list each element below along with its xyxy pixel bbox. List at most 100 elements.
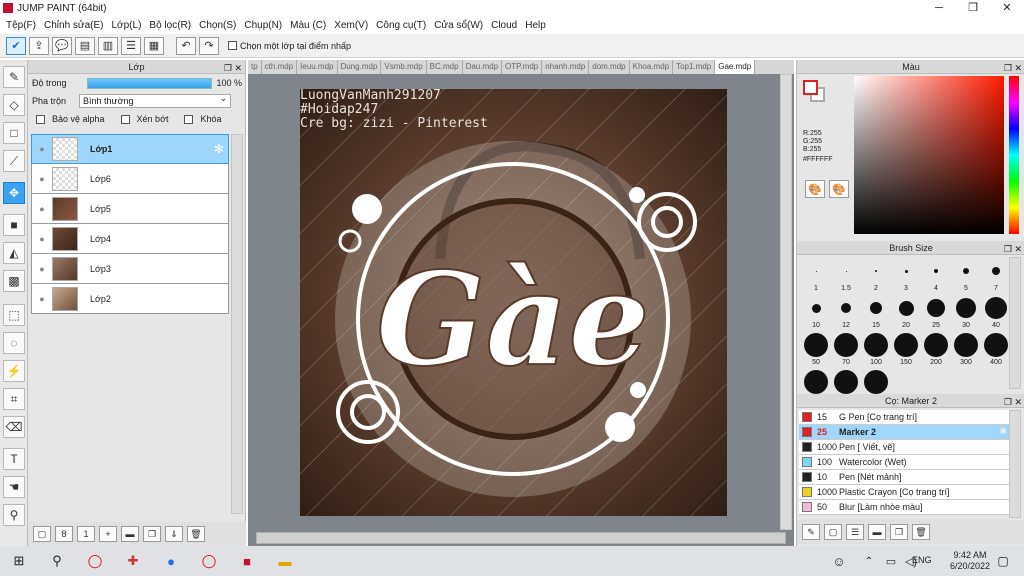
visibility-icon[interactable]: ● [32,234,52,244]
new-layer-icon[interactable]: ▢ [33,526,51,542]
list-icon[interactable]: ☰ [121,36,141,55]
panel-buttons[interactable]: ❐ ✕ [224,61,242,75]
visibility-icon[interactable]: ● [32,264,52,274]
duplicate-layer-icon[interactable]: ❐ [143,526,161,542]
visibility-icon[interactable]: ● [32,204,52,214]
delete-layer-icon[interactable]: 🗑 [187,526,205,542]
opera-gx-icon[interactable]: ◯ [190,546,228,576]
menu-window[interactable]: Cửa sổ(W) [430,20,487,31]
layer-row[interactable]: ● Lớp1 ✻ [31,134,229,164]
duplicate-icon[interactable]: ❐ [890,524,908,540]
brush-list-item[interactable]: 1000 Plastic Crayon [Cọ trang trí] [799,485,1009,500]
menu-tools[interactable]: Công cụ(T) [372,20,430,31]
tab-document[interactable]: tp [248,60,262,74]
protect-alpha-checkbox[interactable] [36,114,45,124]
brush-settings-icon[interactable]: ✎ [802,524,820,540]
search-icon[interactable]: ⚲ [38,546,76,576]
document-icon[interactable]: ▥ [98,36,118,55]
file-explorer-icon[interactable]: ▬ [266,546,304,576]
lock-checkbox[interactable] [184,114,194,124]
menu-view[interactable]: Xem(V) [330,20,372,31]
text-tool-icon[interactable]: T [3,448,25,470]
tab-document[interactable]: Dung.mdp [338,60,382,74]
brush-list-item[interactable]: 25 Marker 2 ✻ [799,425,1009,440]
layer-row[interactable]: ● Lớp5 [31,194,229,224]
gradient-tool-icon[interactable]: ▩ [3,270,25,292]
lasso-tool-icon[interactable]: ◌ [3,332,25,354]
menu-edit[interactable]: Chỉnh sửa(E) [40,20,108,31]
visibility-icon[interactable]: ● [32,144,52,154]
tab-active-document[interactable]: Gae.mdp [715,60,756,74]
gear-icon[interactable]: ✻ [214,142,224,156]
brush-size-option[interactable]: 15 [861,294,891,331]
brush-list-item[interactable]: 50 Blur [Làm nhòe màu] [799,500,1009,515]
layer-row[interactable]: ● Lớp3 [31,254,229,284]
brush-size-option[interactable]: 30 [951,294,981,331]
language-indicator[interactable]: ENG [912,555,932,565]
merge-layer-icon[interactable]: ⇓ [165,526,183,542]
notification-icon[interactable]: ▢ [984,546,1022,576]
new-layer-8bit-icon[interactable]: 8 [55,526,73,542]
brush-size-option[interactable]: 1.5 [831,257,861,294]
blend-mode-select[interactable]: Bình thường [79,92,232,108]
menu-color[interactable]: Màu (C) [286,20,330,31]
brush-list-icon[interactable]: ☰ [846,524,864,540]
maximize-button[interactable]: ❐ [956,0,990,16]
add-layer-menu-icon[interactable]: + [99,526,117,542]
visibility-icon[interactable]: ● [32,174,52,184]
zalo-icon[interactable]: ● [152,546,190,576]
folder-icon[interactable]: ▬ [868,524,886,540]
layer-scrollbar[interactable] [231,134,243,514]
grid-icon[interactable]: ▦ [144,36,164,55]
canvas-vscrollbar[interactable] [780,74,792,530]
brush-size-option[interactable]: 50 [801,331,831,368]
tab-document[interactable]: Ieuu.mdp [297,60,338,74]
palette-alt-icon[interactable]: 🎨 [829,180,849,198]
brush-size-option[interactable]: 1 [801,257,831,294]
brush-size-option[interactable]: 200 [921,331,951,368]
rectangle-tool-icon[interactable]: □ [3,122,25,144]
brush-list-item[interactable]: 1000 Pen [ Viết, vẽ] [799,440,1009,455]
fill-rect-tool-icon[interactable]: ■ [3,214,25,236]
layer-row[interactable]: ● Lớp4 [31,224,229,254]
brush-size-option[interactable]: 7 [981,257,1011,294]
menu-file[interactable]: Tệp(F) [2,20,40,31]
tab-document[interactable]: BC.mdp [427,60,463,74]
brush-list-item[interactable]: 10 Pen [Nét mảnh] [799,470,1009,485]
material-scrollbar[interactable] [1009,410,1021,518]
brush-size-option[interactable]: 300 [951,331,981,368]
tab-document[interactable]: Top1.mdp [673,60,716,74]
tab-document[interactable]: Vsmb.mdp [381,60,427,74]
menu-select[interactable]: Chọn(S) [195,20,240,31]
magic-wand-tool-icon[interactable]: ⚡ [3,360,25,382]
message-icon[interactable]: ▤ [75,36,95,55]
share-icon[interactable]: ⇪ [29,36,49,55]
new-layer-1bit-icon[interactable]: 1 [77,526,95,542]
app-icon[interactable]: ✚ [114,546,152,576]
brush-size-option[interactable]: 10 [801,294,831,331]
bucket-tool-icon[interactable]: ◭ [3,242,25,264]
visibility-icon[interactable]: ● [32,294,52,304]
panel-buttons[interactable]: ❐ ✕ [1004,242,1022,256]
eyedropper-tool-icon[interactable]: ⚲ [3,504,25,526]
clipping-checkbox[interactable] [120,114,130,124]
tab-document[interactable]: OTP.mdp [502,60,543,74]
undo-icon[interactable]: ↶ [176,36,196,55]
menu-cloud[interactable]: Cloud [487,20,521,31]
jump-paint-icon[interactable]: ■ [228,546,266,576]
select-layer-checkbox[interactable] [228,41,237,50]
menu-layer[interactable]: Lớp(L) [108,20,146,31]
panel-buttons[interactable]: ❐ ✕ [1004,61,1022,75]
drawing-canvas[interactable]: Gàe LuongVanManh291207 #Hoidap247 Cre bg… [300,89,727,516]
tab-document[interactable]: cth.mdp [262,60,298,74]
redo-icon[interactable]: ↷ [199,36,219,55]
brush-size-option[interactable]: 5 [951,257,981,294]
color-picker-square[interactable] [854,76,1004,234]
tab-document[interactable]: Dau.mdp [463,60,503,74]
brush-scrollbar[interactable] [1009,257,1021,389]
layer-row[interactable]: ● Lớp6 [31,164,229,194]
pen-tool-icon[interactable]: ✎ [3,66,25,88]
tab-document[interactable]: Khoa.mdp [630,60,674,74]
menu-capture[interactable]: Chụp(N) [240,20,286,31]
brush-size-option[interactable]: 25 [921,294,951,331]
